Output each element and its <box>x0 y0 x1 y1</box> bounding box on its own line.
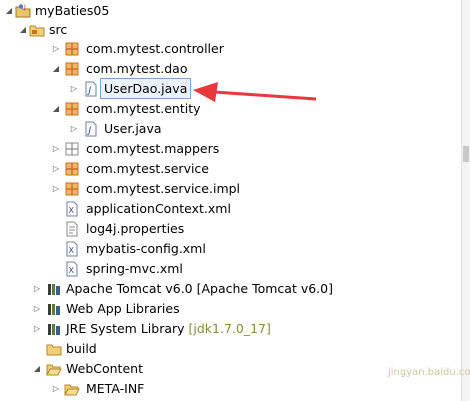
annotation-arrow-icon <box>193 82 317 102</box>
scrollbar-thumb[interactable] <box>463 146 469 162</box>
arrow-shaft <box>213 90 317 101</box>
watermark-text: jingyan.baidu.com <box>388 367 470 378</box>
vertical-scrollbar[interactable] <box>461 0 470 401</box>
arrow-head <box>193 82 218 102</box>
